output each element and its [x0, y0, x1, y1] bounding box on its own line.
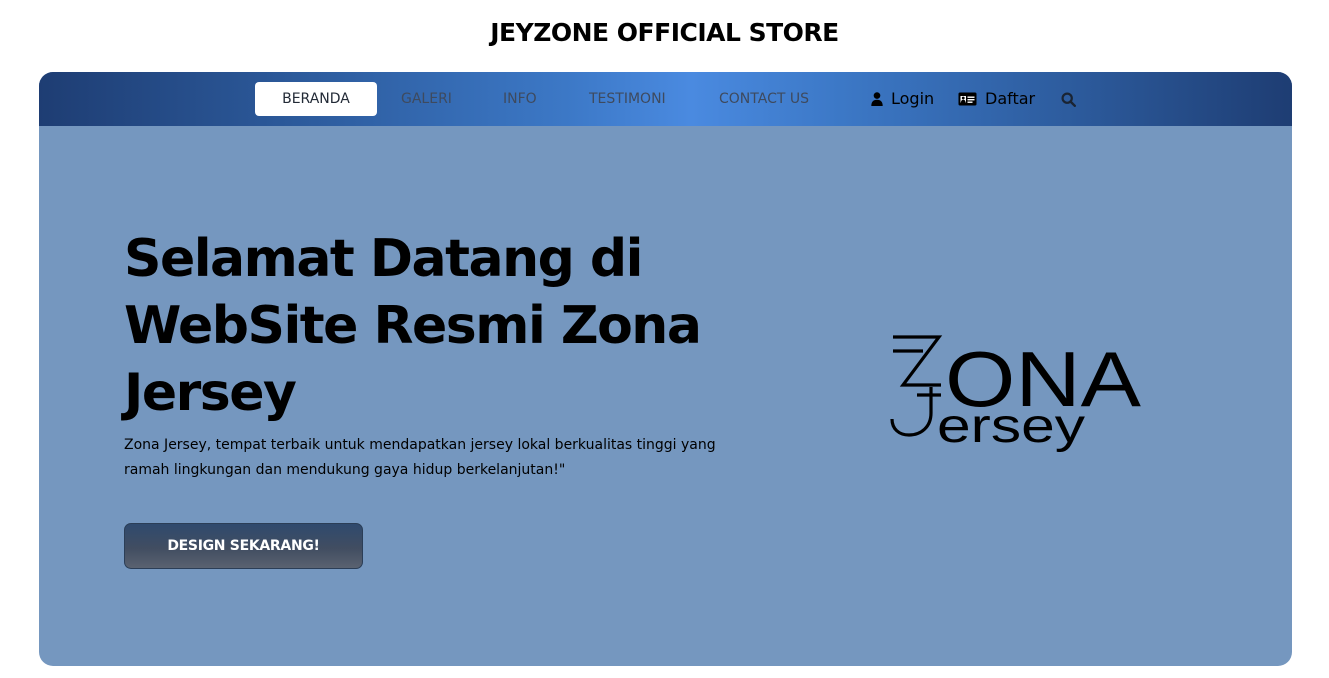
logo-word-bottom: ersey	[937, 400, 1085, 453]
search-button[interactable]	[1061, 82, 1076, 116]
nav-item-beranda[interactable]: BERANDA	[255, 82, 377, 116]
id-card-icon	[958, 92, 977, 106]
zona-jersey-logo: ONA ersey	[890, 335, 1141, 453]
login-label: Login	[891, 89, 935, 108]
main-frame: BERANDA GALERI INFO TESTIMONI CONTACT US…	[39, 72, 1292, 666]
register-label: Daftar	[985, 89, 1036, 108]
navbar: BERANDA GALERI INFO TESTIMONI CONTACT US…	[39, 72, 1292, 126]
nav-item-galeri[interactable]: GALERI	[401, 82, 452, 116]
login-link[interactable]: Login	[871, 82, 934, 116]
register-link[interactable]: Daftar	[958, 82, 1035, 116]
hero-title: Selamat Datang di WebSite Resmi Zona Jer…	[124, 229, 702, 423]
nav-item-info[interactable]: INFO	[503, 82, 537, 116]
design-now-button[interactable]: DESIGN SEKARANG!	[124, 523, 363, 569]
hero-description: Zona Jersey, tempat terbaik untuk mendap…	[124, 437, 716, 478]
search-icon	[1061, 91, 1076, 107]
user-icon	[871, 92, 883, 106]
nav-item-contact-us[interactable]: CONTACT US	[719, 82, 809, 116]
nav-item-testimoni[interactable]: TESTIMONI	[589, 82, 666, 116]
store-title: JEYZONE OFFICIAL STORE	[490, 18, 839, 47]
